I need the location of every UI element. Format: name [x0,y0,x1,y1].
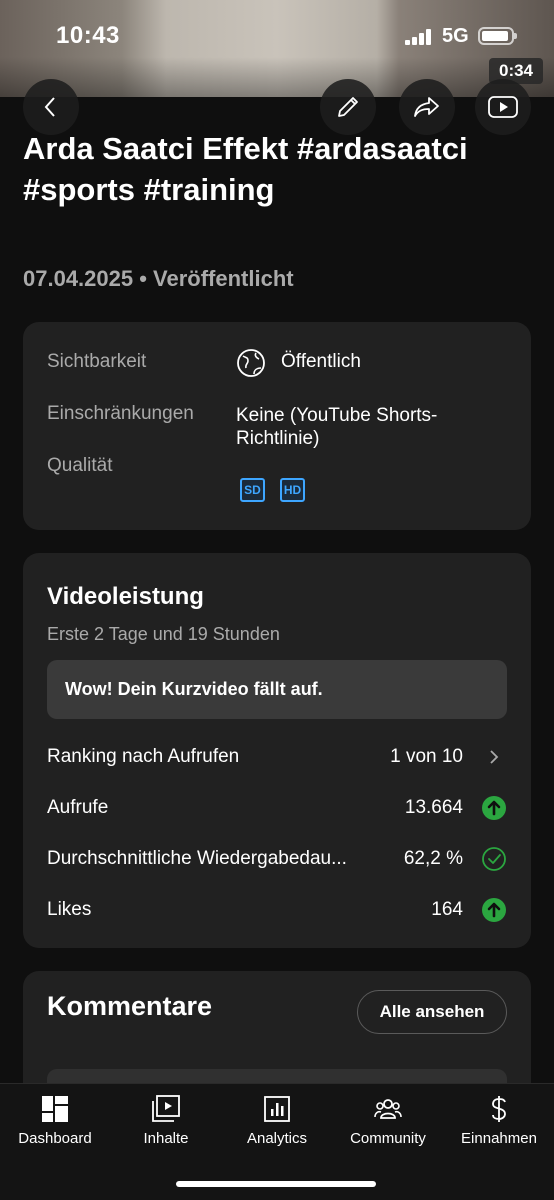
content-icon [152,1095,180,1122]
globe-icon [237,349,265,377]
views-label: Aufrufe [47,797,109,818]
nav-dashboard-label: Dashboard [18,1130,92,1147]
video-meta: 07.04.2025 • Veröffentlicht [23,266,294,291]
visibility-label: Sichtbarkeit [47,351,147,372]
performance-title: Videoleistung [47,583,204,610]
watch-duration-row: Durchschnittliche Wiedergabedau... 62,2 … [47,844,507,874]
nav-community-label: Community [350,1130,426,1147]
nav-community[interactable]: Community [333,1094,443,1147]
edit-button[interactable] [320,79,376,135]
ranking-label: Ranking nach Aufrufen [47,746,240,767]
likes-label: Likes [47,899,92,920]
see-all-button[interactable]: Alle ansehen [357,990,507,1034]
status-bar: 10:43 5G [0,0,554,74]
network-type: 5G [442,25,469,47]
share-icon [414,97,439,117]
up-arrow-icon [482,796,506,820]
views-row: Aufrufe 13.664 [47,793,507,823]
comments-title: Kommentare [47,991,213,1021]
dashboard-icon [42,1096,68,1122]
sd-badge: SD [240,478,265,502]
status-time: 10:43 [56,22,120,49]
details-card: Sichtbarkeit Öffentlich Einschränkungen … [23,322,531,530]
back-button[interactable] [23,79,79,135]
nav-earnings[interactable]: Einnahmen [444,1094,554,1147]
watch-duration-value: 62,2 % [403,848,463,869]
ranking-row[interactable]: Ranking nach Aufrufen 1 von 10 [47,742,507,772]
open-youtube-button[interactable] [475,79,531,135]
hd-badge: HD [280,478,305,502]
visibility-value: Öffentlich [281,351,361,372]
nav-analytics-label: Analytics [246,1130,308,1147]
ranking-value: 1 von 10 [390,746,463,767]
youtube-play-icon [488,96,518,118]
performance-banner: Wow! Dein Kurzvideo fällt auf. [47,660,507,719]
dollar-icon [492,1096,506,1122]
back-arrow-icon [44,97,55,117]
pencil-icon [338,97,358,117]
community-icon [374,1099,402,1119]
nav-content[interactable]: Inhalte [111,1094,221,1147]
battery-icon [478,27,517,45]
analytics-icon [264,1096,290,1122]
video-title: Arda Saatci Effekt #ardasaatci #sports #… [23,131,468,207]
nav-analytics[interactable]: Analytics [222,1094,332,1147]
restrictions-label: Einschränkungen [47,403,194,424]
likes-row: Likes 164 [47,895,507,925]
up-arrow-icon [482,898,506,922]
restrictions-value: Keine (YouTube Shorts-Richtlinie) [236,405,438,449]
check-circle-icon [482,847,506,871]
quality-label: Qualität [47,455,113,476]
home-indicator[interactable] [176,1181,376,1187]
chevron-right-icon [490,750,499,764]
signal-icon [405,29,435,45]
likes-value: 164 [431,899,463,920]
views-value: 13.664 [404,797,463,818]
nav-content-label: Inhalte [143,1130,189,1147]
share-button[interactable] [399,79,455,135]
nav-dashboard[interactable]: Dashboard [0,1094,110,1147]
nav-earnings-label: Einnahmen [461,1130,537,1147]
performance-subtitle: Erste 2 Tage und 19 Stunden [47,624,280,644]
performance-card: Videoleistung Erste 2 Tage und 19 Stunde… [23,553,531,948]
watch-duration-label: Durchschnittliche Wiedergabedau... [47,848,347,869]
